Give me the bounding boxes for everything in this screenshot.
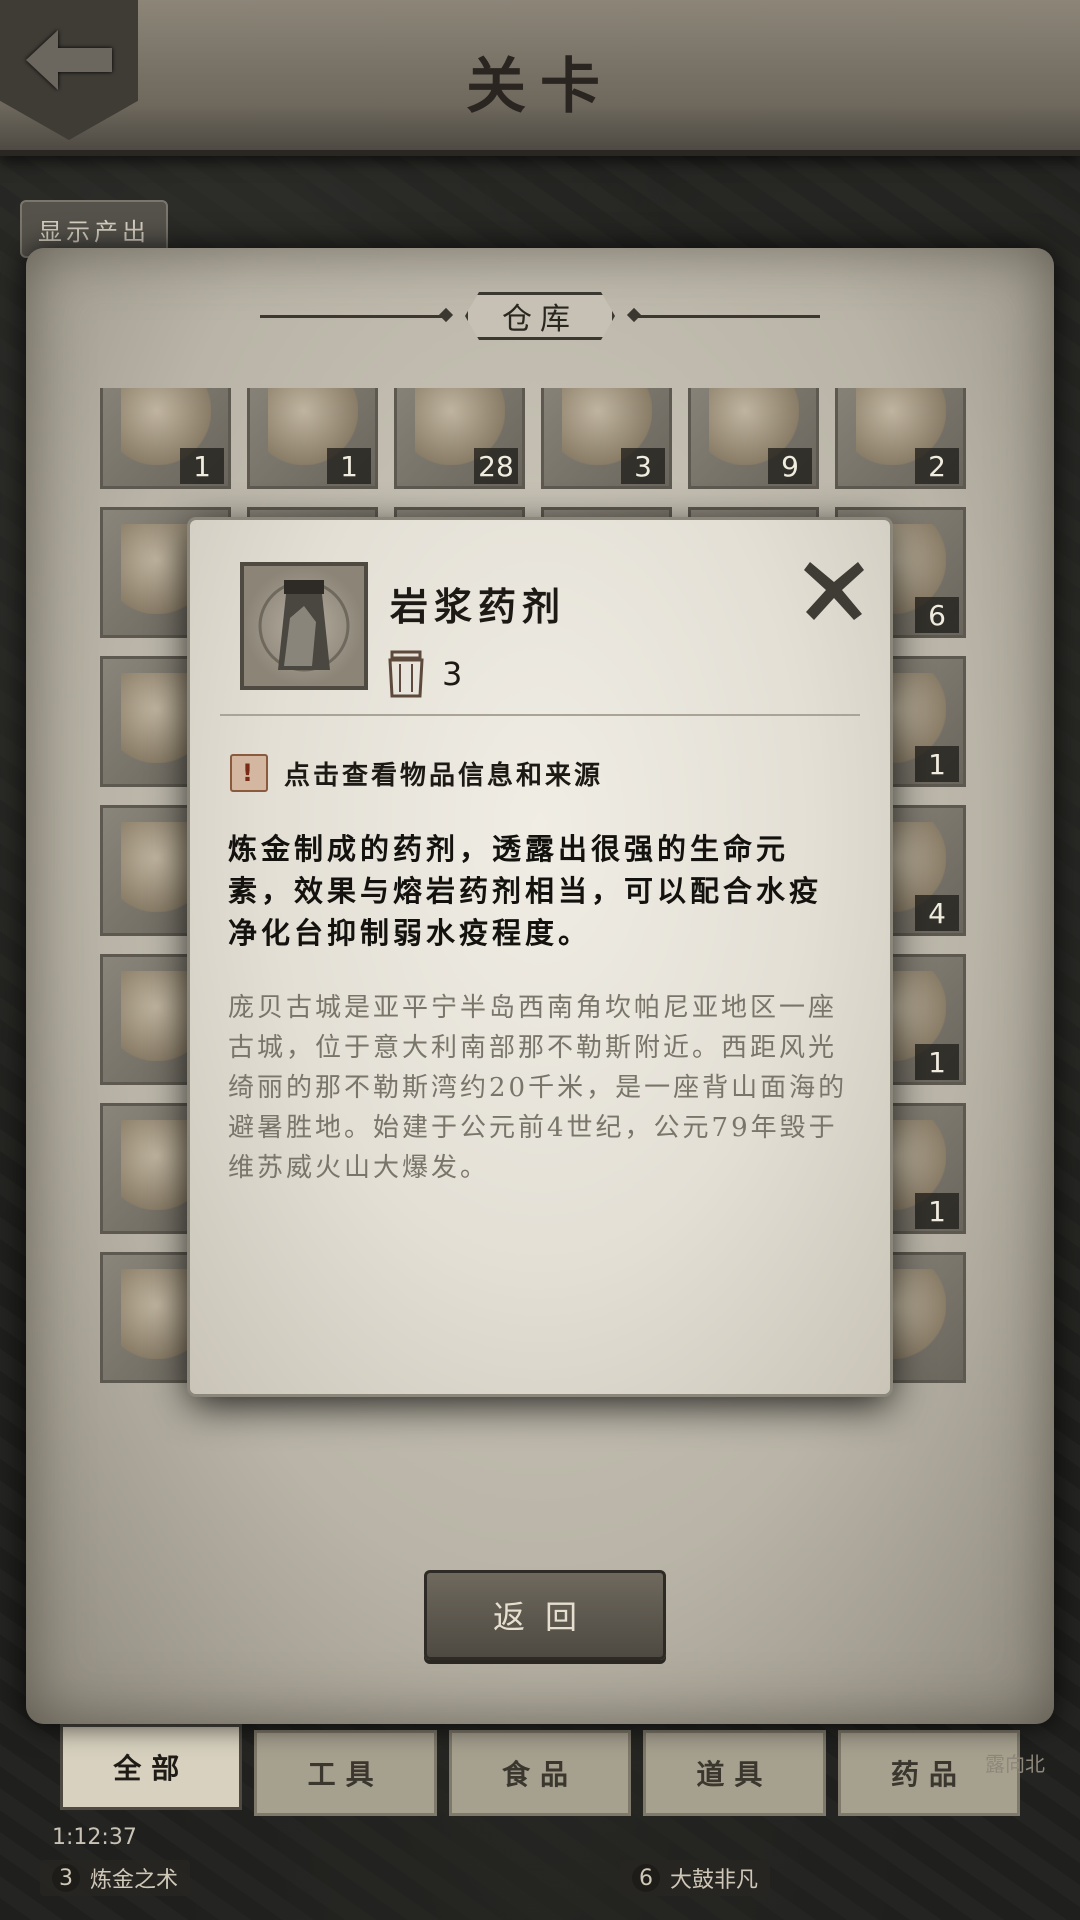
slot-count: 1 xyxy=(915,746,959,782)
slot-count: 1 xyxy=(327,448,371,484)
hud-right-label: 露向北 xyxy=(985,1752,1045,1776)
inventory-slot[interactable]: 1 xyxy=(247,388,378,489)
inventory-slot[interactable]: 1 xyxy=(100,388,231,489)
slot-count: 6 xyxy=(915,597,959,633)
chip-label: 炼金之术 xyxy=(90,1868,179,1893)
inventory-slot[interactable]: 2 xyxy=(835,388,966,489)
slot-count: 1 xyxy=(180,448,224,484)
warehouse-title-row: 仓库 xyxy=(260,296,820,336)
close-icon xyxy=(804,562,864,620)
tab-food[interactable]: 食品 xyxy=(448,1730,632,1816)
timer-text: 1:12:37 xyxy=(52,1825,137,1850)
info-hint-text: 点击查看物品信息和来源 xyxy=(284,760,604,791)
chip-number: 6 xyxy=(632,1864,660,1892)
info-hint-link[interactable]: ! 点击查看物品信息和来源 xyxy=(230,754,603,792)
inventory-slot[interactable]: 28 xyxy=(394,388,525,489)
back-arrow-icon xyxy=(26,30,112,90)
exclamation-icon: ! xyxy=(230,754,268,792)
page-title: 关卡 xyxy=(466,52,614,122)
divider xyxy=(635,314,820,318)
item-count: 3 xyxy=(442,655,463,693)
potion-flask-icon xyxy=(258,580,350,672)
slot-count: 28 xyxy=(474,448,518,484)
tab-props[interactable]: 道具 xyxy=(643,1730,826,1816)
divider xyxy=(220,714,860,716)
warehouse-title: 仓库 xyxy=(465,292,615,340)
slot-count: 9 xyxy=(768,448,812,484)
inventory-slot[interactable]: 3 xyxy=(541,388,672,489)
item-lore: 庞贝古城是亚平宁半岛西南角坎帕尼亚地区一座古城，位于意大利南部那不勒斯附近。西距… xyxy=(228,993,848,1183)
return-button[interactable]: 返回 xyxy=(424,1570,666,1660)
item-icon xyxy=(240,562,368,690)
slot-count: 3 xyxy=(621,448,665,484)
slot-count: 1 xyxy=(915,1044,959,1080)
divider xyxy=(260,314,445,318)
inventory-slot[interactable]: 9 xyxy=(688,388,819,489)
jar-icon xyxy=(388,650,424,698)
category-tabs: 全部 工具 食品 道具 药品 xyxy=(60,1724,1021,1816)
item-description: 炼金制成的药剂，透露出很强的生命元素，效果与熔岩药剂相当，可以配合水疫净化台抑制… xyxy=(228,832,823,950)
slot-count: 2 xyxy=(915,448,959,484)
tab-all[interactable]: 全部 xyxy=(60,1724,243,1810)
chip-number: 3 xyxy=(52,1864,80,1892)
item-detail-popup: 岩浆药剂 3 ! 点击查看物品信息和来源 炼金制成的药剂，透露出很强的生命元素，… xyxy=(190,520,890,1394)
level-chip-alchemy[interactable]: 3 炼金之术 xyxy=(40,1860,191,1896)
slot-count: 1 xyxy=(915,1193,959,1229)
level-chip-drum[interactable]: 6 大鼓非凡 xyxy=(620,1860,771,1896)
item-quantity: 3 xyxy=(384,650,462,698)
tab-tools[interactable]: 工具 xyxy=(254,1730,437,1816)
chip-label: 大鼓非凡 xyxy=(670,1868,759,1893)
item-name: 岩浆药剂 xyxy=(390,584,567,629)
slot-count: 4 xyxy=(915,895,959,931)
top-bar: 关卡 xyxy=(0,0,1080,156)
close-button[interactable] xyxy=(798,554,870,626)
